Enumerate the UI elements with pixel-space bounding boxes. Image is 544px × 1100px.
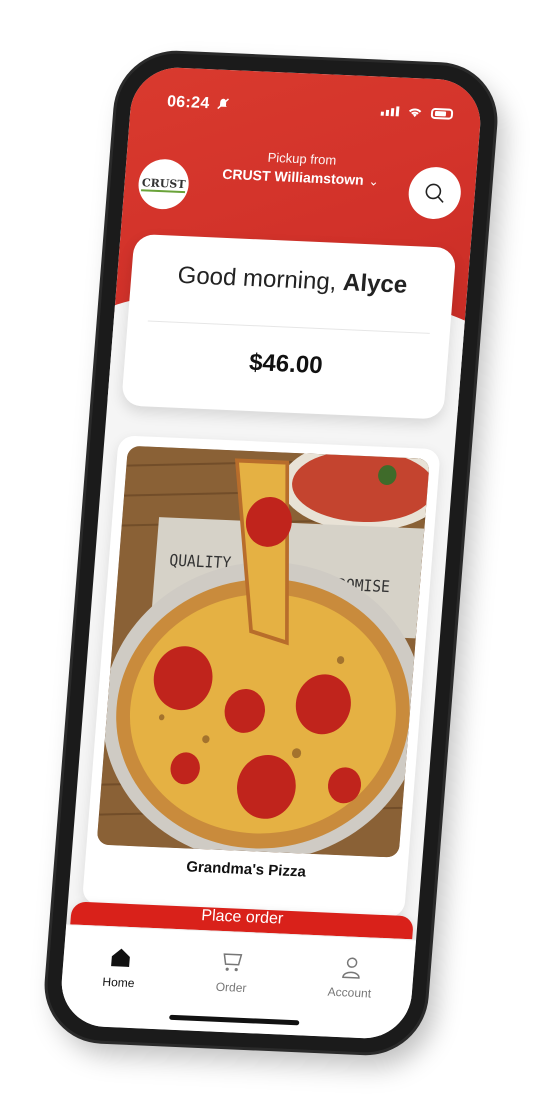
status-icons bbox=[380, 105, 454, 120]
promo-card[interactable]: QUALITY PROMISE Grandma's Pizza bbox=[81, 435, 441, 918]
app-screen: 06:24 CRUST Pickup from CRUST Williamsto… bbox=[58, 65, 484, 1041]
pizza-photo: QUALITY PROMISE bbox=[96, 445, 430, 858]
logo-text: CRUST bbox=[141, 175, 186, 193]
bottom-tab-bar: Home Order Account bbox=[58, 924, 417, 1041]
wifi-icon bbox=[408, 108, 422, 118]
tab-account[interactable]: Account bbox=[327, 955, 374, 1001]
account-balance: $46.00 bbox=[248, 349, 324, 380]
promo-title: Grandma's Pizza bbox=[185, 858, 307, 881]
user-name: Alyce bbox=[342, 269, 409, 299]
signal-icon bbox=[380, 106, 400, 117]
greeting-prefix: Good morning, bbox=[176, 261, 338, 296]
bell-muted-icon bbox=[216, 98, 229, 114]
phone-frame: 06:24 CRUST Pickup from CRUST Williamsto… bbox=[43, 51, 499, 1055]
tab-order[interactable]: Order bbox=[215, 950, 249, 995]
user-icon bbox=[341, 957, 360, 979]
tab-home[interactable]: Home bbox=[102, 945, 137, 990]
greeting-text: Good morning, Alyce bbox=[130, 260, 454, 302]
home-icon bbox=[110, 948, 130, 967]
battery-icon bbox=[430, 107, 454, 120]
search-icon bbox=[425, 183, 444, 203]
chevron-down-icon: ⌄ bbox=[368, 174, 380, 189]
tab-home-label: Home bbox=[101, 974, 136, 991]
card-divider bbox=[147, 320, 430, 334]
greeting-card: Good morning, Alyce $46.00 bbox=[121, 233, 457, 420]
device-mockup: 06:24 CRUST Pickup from CRUST Williamsto… bbox=[0, 0, 544, 1100]
tab-account-label: Account bbox=[327, 984, 372, 1001]
status-time: 06:24 bbox=[166, 93, 211, 113]
tab-order-label: Order bbox=[215, 979, 248, 996]
cart-icon bbox=[223, 953, 243, 972]
